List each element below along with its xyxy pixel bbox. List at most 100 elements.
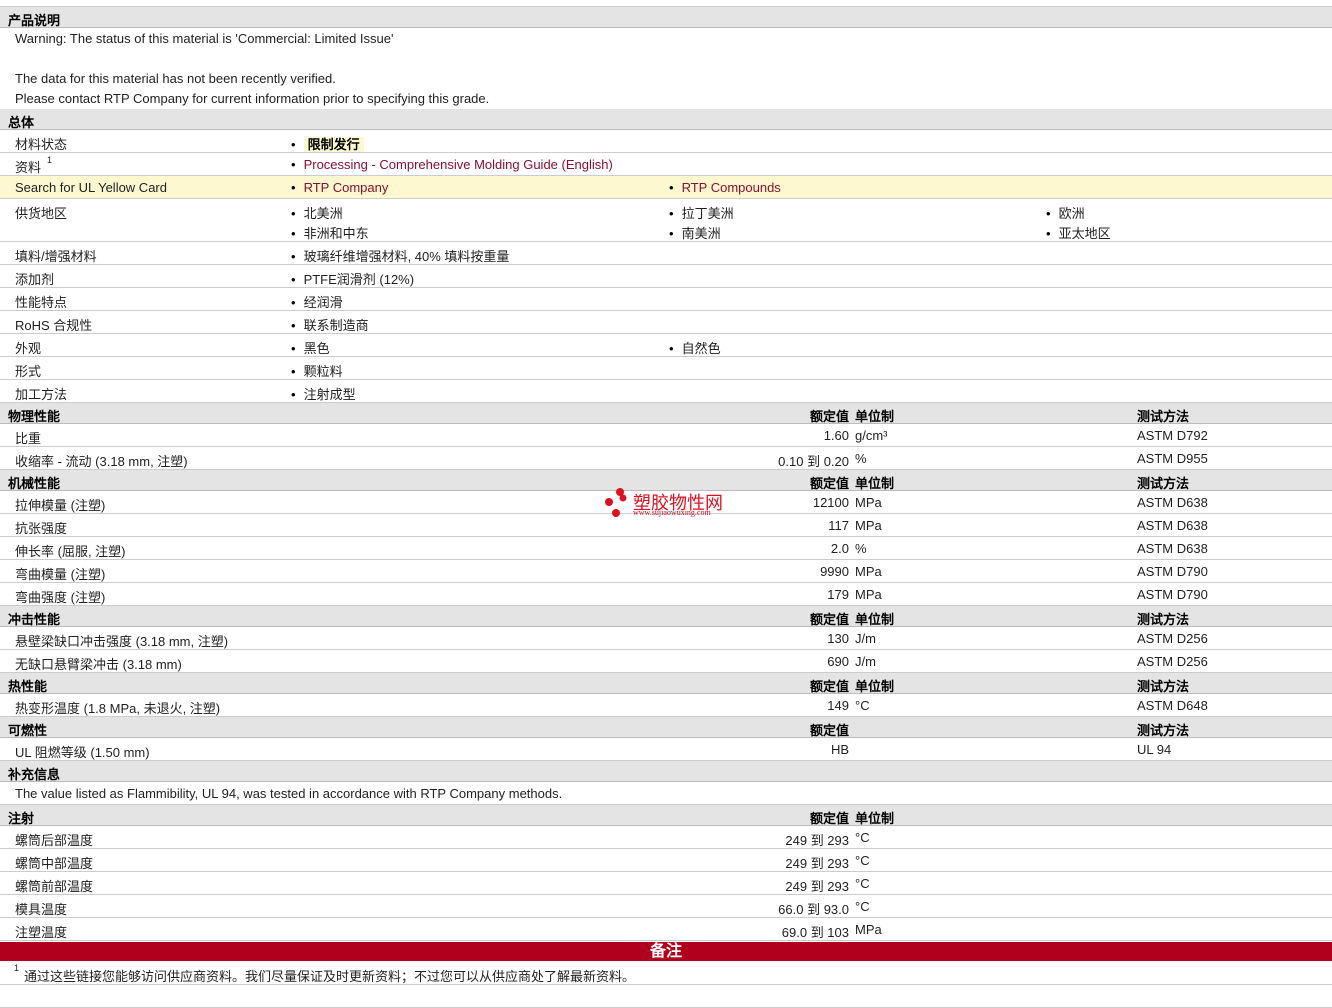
test-method: ASTM D256 [1137, 631, 1208, 646]
description-text: The data for this material has not been … [15, 71, 336, 86]
section-title: 冲击性能 [8, 612, 61, 627]
value-text: 拉丁美洲 [681, 206, 734, 221]
general-row: Search for UL Yellow Card RTP Company RTP … [0, 176, 1332, 199]
header-value: 额定值 [809, 476, 849, 491]
property-value: 66.0 到 93.0 [778, 902, 849, 917]
link[interactable]: RTP Company [304, 180, 389, 195]
row-label: 材料状态 [15, 137, 68, 152]
row-label: 加工方法 [15, 387, 68, 402]
property-row: 收缩率 - 流动 (3.18 mm, 注塑) 0.10 到 0.20% ASTM D… [0, 447, 1332, 470]
property-value: 249 到 293 [785, 879, 849, 894]
description-text: Please contact RTP Company for current i… [15, 91, 490, 106]
property-unit: MPa [855, 922, 882, 937]
footnote-ref[interactable]: 1 [47, 155, 52, 165]
row-label: 性能特点 [15, 295, 68, 310]
header-value: 额定值 [809, 723, 849, 738]
section-header: 冲击性能 额定值 单位制 测试方法 [0, 606, 1332, 627]
property-label: 抗张强度 [15, 521, 68, 536]
list-item[interactable]: RTP Company [291, 180, 389, 195]
link[interactable]: RTP Compounds [682, 180, 781, 195]
list-item: 自然色 [669, 338, 721, 357]
description-line [0, 48, 1332, 68]
general-row: 供货地区 北美洲 拉丁美洲 欧洲非洲和中东 南美洲 亚太地区 [0, 199, 1332, 242]
property-unit: °C [855, 698, 870, 713]
list-item: 颗粒料 [291, 361, 343, 380]
section-header: 可燃性 额定值 测试方法 [0, 717, 1332, 738]
value-text: 北美洲 [303, 206, 343, 221]
description-line: Please contact RTP Company for current i… [0, 88, 1332, 109]
header-unit: 单位制 [855, 409, 895, 424]
list-item: 联系制造商 [291, 315, 369, 334]
general-row: 加工方法 注射成型 [0, 380, 1332, 403]
property-value: 249 到 293 [785, 856, 849, 871]
section-title: 热性能 [8, 679, 48, 694]
general-row: 外观 黑色 自然色 [0, 334, 1332, 357]
property-unit: J/m [855, 631, 876, 646]
property-label: 模具温度 [15, 902, 68, 917]
section-title: 注射 [8, 811, 35, 826]
list-item: 经润滑 [291, 292, 343, 311]
property-label: 螺筒后部温度 [15, 833, 94, 848]
property-label: 比重 [15, 431, 42, 446]
property-row: 比重 1.60 g/cm³ ASTM D792 [0, 424, 1332, 447]
property-value: 69.0 到 103 [781, 925, 849, 940]
list-item[interactable]: RTP Compounds [669, 180, 781, 195]
list-item: PTFE润滑剂 (12%) [291, 269, 415, 288]
property-unit: °C [855, 876, 870, 891]
header-method: 测试方法 [1137, 679, 1190, 694]
row-label: 添加剂 [15, 272, 55, 287]
property-row: 弯曲模量 (注塑) 9990 MPa ASTM D790 [0, 560, 1332, 583]
general-row: 形式 颗粒料 [0, 357, 1332, 380]
footnote-mark: 1 [14, 963, 20, 973]
value-text: 亚太地区 [1058, 226, 1111, 241]
property-unit: °C [855, 830, 870, 845]
value-text: 玻璃纤维增强材料, 40% 填料按重量 [303, 249, 510, 264]
list-item: 非洲和中东 [291, 223, 369, 242]
row-label: 填料/增强材料 [15, 249, 97, 264]
header-unit: 单位制 [855, 679, 895, 694]
value-text: 黑色 [303, 341, 330, 356]
test-method: ASTM D638 [1137, 495, 1208, 510]
general-row: 填料/增强材料 玻璃纤维增强材料, 40% 填料按重量 [0, 242, 1332, 265]
property-unit: g/cm³ [855, 428, 888, 443]
property-label: 无缺口悬臂梁冲击 (3.18 mm) [15, 657, 182, 672]
row-label: 供货地区 [15, 206, 68, 221]
section-title: 机械性能 [8, 476, 61, 491]
section-header-general: 总体 [0, 109, 1332, 130]
section-header: 热性能 额定值 单位制 测试方法 [0, 673, 1332, 694]
property-unit: % [855, 451, 867, 466]
description-line: Warning: The status of this material is … [0, 28, 1332, 48]
row-label: 外观 [15, 341, 42, 356]
property-value: 249 到 293 [785, 833, 849, 848]
list-item: 限制发行 [291, 134, 364, 153]
row-label: 形式 [15, 364, 42, 379]
list-item: 亚太地区 [1046, 223, 1111, 242]
property-unit: MPa [855, 495, 882, 510]
list-item: 黑色 [291, 338, 330, 357]
header-method: 测试方法 [1137, 476, 1190, 491]
header-unit: 单位制 [855, 811, 895, 826]
row-label: RoHS 合规性 [15, 318, 93, 333]
description-text: Warning: The status of this material is … [15, 31, 394, 46]
header-unit: 单位制 [855, 476, 895, 491]
property-unit: MPa [855, 518, 882, 533]
property-label: 弯曲模量 (注塑) [15, 567, 106, 582]
notes-header: 备注 [0, 942, 1332, 961]
list-item[interactable]: Processing - Comprehensive Molding Guide… [291, 157, 613, 172]
list-item: 拉丁美洲 [669, 203, 734, 222]
test-method: ASTM D638 [1137, 541, 1208, 556]
footnote-text: 通过这些链接您能够访问供应商资料。我们尽量保证及时更新资料；不过您可以从供应商处… [24, 969, 636, 984]
value-text: 非洲和中东 [303, 226, 369, 241]
test-method: ASTM D792 [1137, 428, 1208, 443]
property-row: 螺筒中部温度 249 到 293 °C [0, 849, 1332, 872]
value-text: 欧洲 [1058, 206, 1085, 221]
property-value: 1.60 [823, 428, 849, 443]
header-method: 测试方法 [1137, 612, 1190, 627]
header-unit: 单位制 [855, 612, 895, 627]
value-text: 经润滑 [303, 295, 343, 310]
section-header-description: 产品说明 [0, 7, 1332, 28]
value-text: 联系制造商 [303, 318, 369, 333]
link[interactable]: Processing - Comprehensive Molding Guide… [304, 157, 613, 172]
value-text: 注射成型 [303, 387, 356, 402]
property-value: 690 [827, 654, 849, 669]
